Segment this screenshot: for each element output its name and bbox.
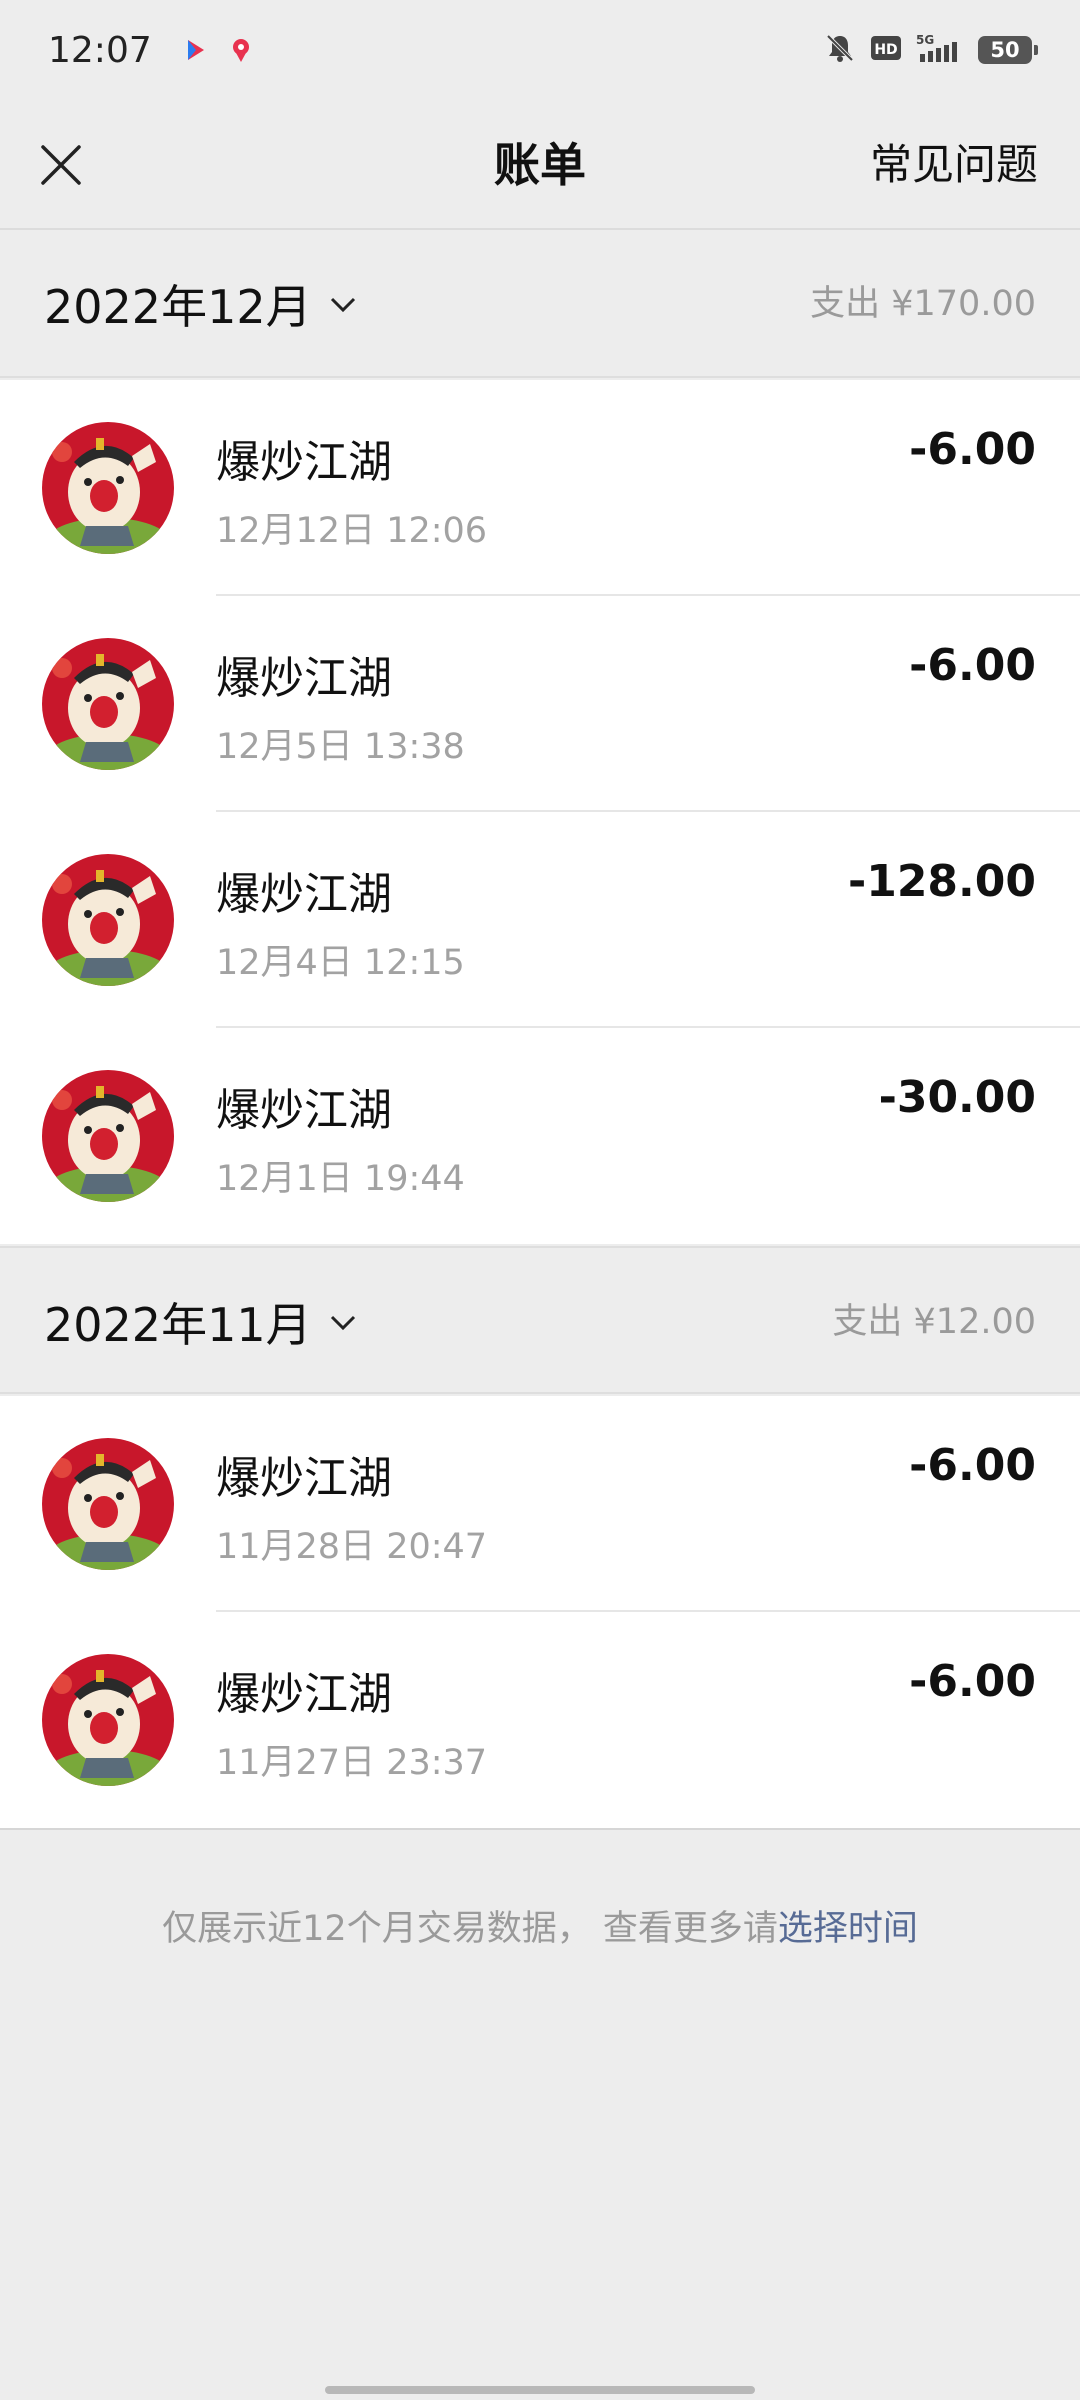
chevron-down-icon bbox=[326, 1305, 360, 1339]
game-avatar-icon bbox=[42, 854, 174, 986]
merchant-name: 爆炒江湖 bbox=[216, 869, 392, 920]
month-total: 支出 ¥170.00 bbox=[810, 284, 1036, 324]
month-total: 支出 ¥12.00 bbox=[832, 1302, 1036, 1342]
map-pin-app-icon bbox=[224, 33, 258, 67]
select-time-link[interactable]: 选择时间 bbox=[778, 1909, 918, 1949]
transaction-amount: -6.00 bbox=[909, 1656, 1036, 1707]
status-bar: 12:07 HD 5G 50 bbox=[0, 0, 1080, 100]
transaction-row[interactable]: 爆炒江湖 12月1日 19:44 -30.00 bbox=[0, 1028, 1080, 1244]
month-selector[interactable]: 2022年12月 bbox=[44, 230, 360, 378]
transaction-list-november: 爆炒江湖 11月28日 20:47 -6.00 爆炒江湖 11月27日 23:3… bbox=[0, 1396, 1080, 1830]
month-header-november: 2022年11月 支出 ¥12.00 bbox=[0, 1246, 1080, 1394]
transaction-amount: -6.00 bbox=[909, 640, 1036, 691]
svg-text:5G: 5G bbox=[916, 33, 934, 47]
month-label: 2022年11月 bbox=[44, 1298, 312, 1352]
signal-5g-icon: 5G bbox=[916, 32, 964, 68]
transaction-amount: -6.00 bbox=[909, 1440, 1036, 1491]
nav-bar: 账单 常见问题 bbox=[0, 100, 1080, 230]
svg-text:HD: HD bbox=[874, 42, 897, 58]
transaction-amount: -128.00 bbox=[847, 856, 1036, 907]
status-icons: HD 5G 50 bbox=[824, 32, 1038, 68]
transaction-row[interactable]: 爆炒江湖 11月28日 20:47 -6.00 bbox=[0, 1396, 1080, 1612]
merchant-name: 爆炒江湖 bbox=[216, 437, 392, 488]
month-header-december: 2022年12月 支出 ¥170.00 bbox=[0, 230, 1080, 378]
merchant-name: 爆炒江湖 bbox=[216, 1453, 392, 1504]
transaction-row[interactable]: 爆炒江湖 11月27日 23:37 -6.00 bbox=[0, 1612, 1080, 1828]
transaction-amount: -6.00 bbox=[909, 424, 1036, 475]
game-avatar-icon bbox=[42, 1654, 174, 1786]
footer-note-text: 仅展示近12个月交易数据， 查看更多请 bbox=[162, 1909, 778, 1949]
transaction-time: 12月12日 12:06 bbox=[216, 511, 488, 551]
game-avatar-icon bbox=[42, 1438, 174, 1570]
merchant-name: 爆炒江湖 bbox=[216, 1669, 392, 1720]
transaction-list-december: 爆炒江湖 12月12日 12:06 -6.00 爆炒江湖 12月5日 13:38… bbox=[0, 380, 1080, 1244]
hd-icon: HD bbox=[870, 34, 902, 66]
month-label: 2022年12月 bbox=[44, 280, 312, 334]
transaction-time: 11月27日 23:37 bbox=[216, 1743, 488, 1783]
month-selector[interactable]: 2022年11月 bbox=[44, 1248, 360, 1396]
video-app-icon bbox=[178, 33, 212, 67]
home-indicator[interactable] bbox=[325, 2386, 755, 2394]
transaction-row[interactable]: 爆炒江湖 12月4日 12:15 -128.00 bbox=[0, 812, 1080, 1028]
game-avatar-icon bbox=[42, 422, 174, 554]
game-avatar-icon bbox=[42, 638, 174, 770]
transaction-time: 12月1日 19:44 bbox=[216, 1159, 465, 1199]
status-time: 12:07 bbox=[48, 29, 152, 71]
merchant-name: 爆炒江湖 bbox=[216, 653, 392, 704]
merchant-name: 爆炒江湖 bbox=[216, 1085, 392, 1136]
transaction-time: 11月28日 20:47 bbox=[216, 1527, 488, 1567]
transaction-row[interactable]: 爆炒江湖 12月12日 12:06 -6.00 bbox=[0, 380, 1080, 596]
transaction-time: 12月5日 13:38 bbox=[216, 727, 465, 767]
game-avatar-icon bbox=[42, 1070, 174, 1202]
footer-note: 仅展示近12个月交易数据， 查看更多请选择时间 bbox=[0, 1900, 1080, 1951]
mute-bell-icon bbox=[824, 32, 856, 68]
battery-indicator: 50 bbox=[978, 36, 1038, 64]
transaction-time: 12月4日 12:15 bbox=[216, 943, 465, 983]
transaction-amount: -30.00 bbox=[878, 1072, 1036, 1123]
transaction-row[interactable]: 爆炒江湖 12月5日 13:38 -6.00 bbox=[0, 596, 1080, 812]
chevron-down-icon bbox=[326, 287, 360, 321]
faq-button[interactable]: 常见问题 bbox=[870, 100, 1038, 230]
bill-screen: 12:07 HD 5G 50 账单 常见问题 2022年12月 支出 ¥170.… bbox=[0, 0, 1080, 2400]
